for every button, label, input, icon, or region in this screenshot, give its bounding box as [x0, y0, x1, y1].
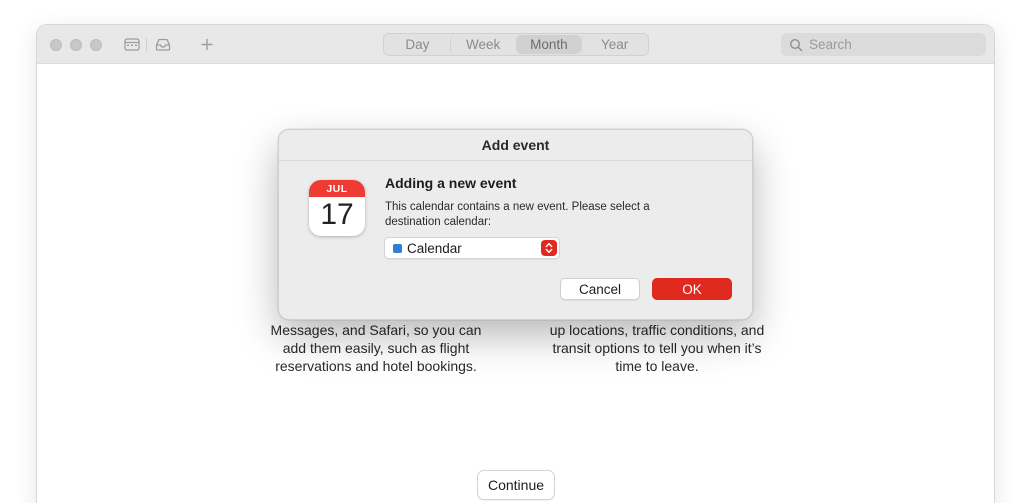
- continue-button[interactable]: Continue: [477, 470, 555, 500]
- window-toolbar: Day Week Month Year Search: [37, 25, 994, 64]
- feature-description-right: up locations, traffic conditions, and tr…: [537, 321, 777, 375]
- toolbar-divider: [146, 38, 147, 52]
- dialog-message: This calendar contains a new event. Plea…: [385, 201, 650, 228]
- calendar-app-icon: JUL 17: [309, 180, 365, 236]
- chevron-up-down-icon: [541, 240, 557, 256]
- feature-text-line: add them easily, such as flight: [282, 340, 470, 356]
- tab-month[interactable]: Month: [515, 35, 582, 54]
- search-field[interactable]: Search: [781, 33, 986, 56]
- destination-calendar-select[interactable]: Calendar: [384, 237, 560, 259]
- selected-calendar-label: Calendar: [407, 240, 462, 256]
- calendar-color-swatch: [393, 243, 402, 253]
- zoom-window-button[interactable]: [90, 39, 102, 51]
- search-placeholder: Search: [809, 37, 852, 52]
- feature-text-line: transit options to tell you when it’s: [552, 340, 762, 356]
- feature-text-line: reservations and hotel bookings.: [275, 358, 477, 374]
- dialog-title: Add event: [279, 130, 752, 161]
- feature-text-line: up locations, traffic conditions, and: [549, 322, 765, 338]
- cancel-button[interactable]: Cancel: [560, 278, 640, 300]
- feature-description-left: Messages, and Safari, so you can add the…: [256, 321, 496, 375]
- inbox-icon[interactable]: [154, 36, 172, 53]
- ok-button[interactable]: OK: [652, 278, 732, 300]
- feature-text-line: Messages, and Safari, so you can: [270, 322, 482, 338]
- minimize-window-button[interactable]: [70, 39, 82, 51]
- view-segmented-control: Day Week Month Year: [383, 33, 649, 56]
- tab-year[interactable]: Year: [581, 35, 647, 54]
- dialog-heading: Adding a new event: [385, 175, 517, 191]
- tab-week[interactable]: Week: [449, 35, 516, 54]
- feature-text-line: time to leave.: [615, 358, 699, 374]
- calendar-icon-day: 17: [320, 198, 354, 231]
- close-window-button[interactable]: [50, 39, 62, 51]
- calendar-icon-month: JUL: [309, 180, 365, 197]
- add-event-dialog: Add event JUL 17 Adding a new event This…: [278, 129, 753, 320]
- tab-day[interactable]: Day: [385, 35, 450, 54]
- search-icon: [789, 38, 803, 52]
- calendars-sidebar-icon[interactable]: [123, 36, 141, 53]
- add-event-plus-icon[interactable]: [198, 36, 216, 53]
